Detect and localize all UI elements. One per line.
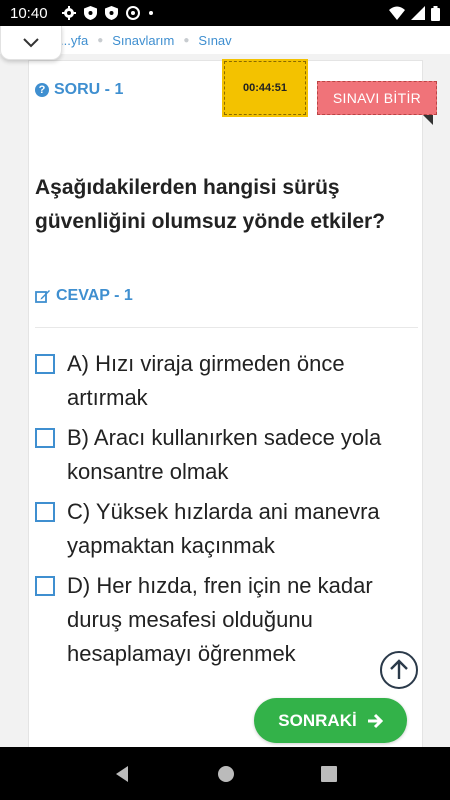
question-label: ? SORU - 1: [35, 81, 123, 99]
option-text: D) Her hızda, fren için ne kadar duruş m…: [67, 573, 373, 666]
question-card: ? SORU - 1 00:44:51 SINAVI BİTİR Aşağıda…: [28, 60, 437, 747]
breadcrumb-separator: ●: [183, 34, 190, 46]
next-label: SONRAKİ: [278, 710, 357, 730]
option-b[interactable]: B) Aracı kullanırken sadece yola konsant…: [35, 421, 420, 489]
option-checkbox[interactable]: [35, 354, 55, 374]
home-icon[interactable]: [217, 765, 235, 783]
breadcrumb-item-exams[interactable]: Sınavlarım: [112, 33, 174, 48]
settings-icon: [61, 6, 76, 20]
option-text: B) Aracı kullanırken sadece yola konsant…: [67, 425, 382, 484]
shield-icon: [83, 6, 97, 20]
chevron-down-icon: [23, 37, 39, 47]
status-bar: 10:40: [0, 0, 450, 26]
question-circle-icon: ?: [35, 83, 49, 97]
answer-number: CEVAP - 1: [56, 287, 133, 304]
system-nav-bar: [0, 747, 450, 800]
app-content: ...yfa ● Sınavlarım ● Sınav ? SORU - 1 0…: [0, 26, 450, 747]
divider: [35, 327, 418, 328]
option-checkbox[interactable]: [35, 502, 55, 522]
edit-icon: [35, 290, 50, 303]
next-button[interactable]: SONRAKİ: [254, 698, 407, 743]
arrow-right-icon: [367, 713, 383, 728]
status-icons-left: [61, 6, 154, 20]
dot-icon: [148, 11, 153, 15]
back-icon[interactable]: [113, 765, 131, 783]
option-d[interactable]: D) Her hızda, fren için ne kadar duruş m…: [35, 569, 420, 671]
ribbon-tail: [423, 115, 433, 125]
status-icons-right: [389, 5, 440, 21]
wifi-icon: [389, 6, 405, 20]
recents-icon[interactable]: [321, 765, 337, 782]
answer-label: CEVAP - 1: [35, 287, 133, 305]
breadcrumb-item-home[interactable]: ...yfa: [60, 33, 88, 48]
option-text: A) Hızı viraja girmeden önce artırmak: [67, 351, 345, 410]
finish-exam-button[interactable]: SINAVI BİTİR: [317, 81, 437, 115]
breadcrumb-item-exam[interactable]: Sınav: [198, 33, 231, 48]
option-text: C) Yüksek hızlarda ani manevra yapmaktan…: [67, 499, 380, 558]
shield-icon: [104, 6, 118, 20]
exam-timer: 00:44:51: [224, 61, 306, 115]
arrow-up-icon: [390, 659, 408, 679]
option-a[interactable]: A) Hızı viraja girmeden önce artırmak: [35, 347, 420, 415]
option-checkbox[interactable]: [35, 428, 55, 448]
options-list: A) Hızı viraja girmeden önce artırmak B)…: [35, 347, 420, 677]
battery-icon: [431, 5, 440, 21]
breadcrumb: ...yfa ● Sınavlarım ● Sınav: [0, 26, 450, 54]
at-sign-icon: [125, 6, 140, 20]
breadcrumb-separator: ●: [97, 34, 104, 46]
option-c[interactable]: C) Yüksek hızlarda ani manevra yapmaktan…: [35, 495, 420, 563]
question-number: SORU - 1: [54, 81, 124, 98]
option-checkbox[interactable]: [35, 576, 55, 596]
status-time: 10:40: [10, 4, 48, 22]
question-text: Aşağıdakilerden hangisi sürüş güvenliğin…: [35, 176, 386, 233]
signal-icon: [411, 6, 425, 20]
scroll-to-top-button[interactable]: [380, 651, 418, 689]
collapse-button[interactable]: [0, 26, 62, 60]
